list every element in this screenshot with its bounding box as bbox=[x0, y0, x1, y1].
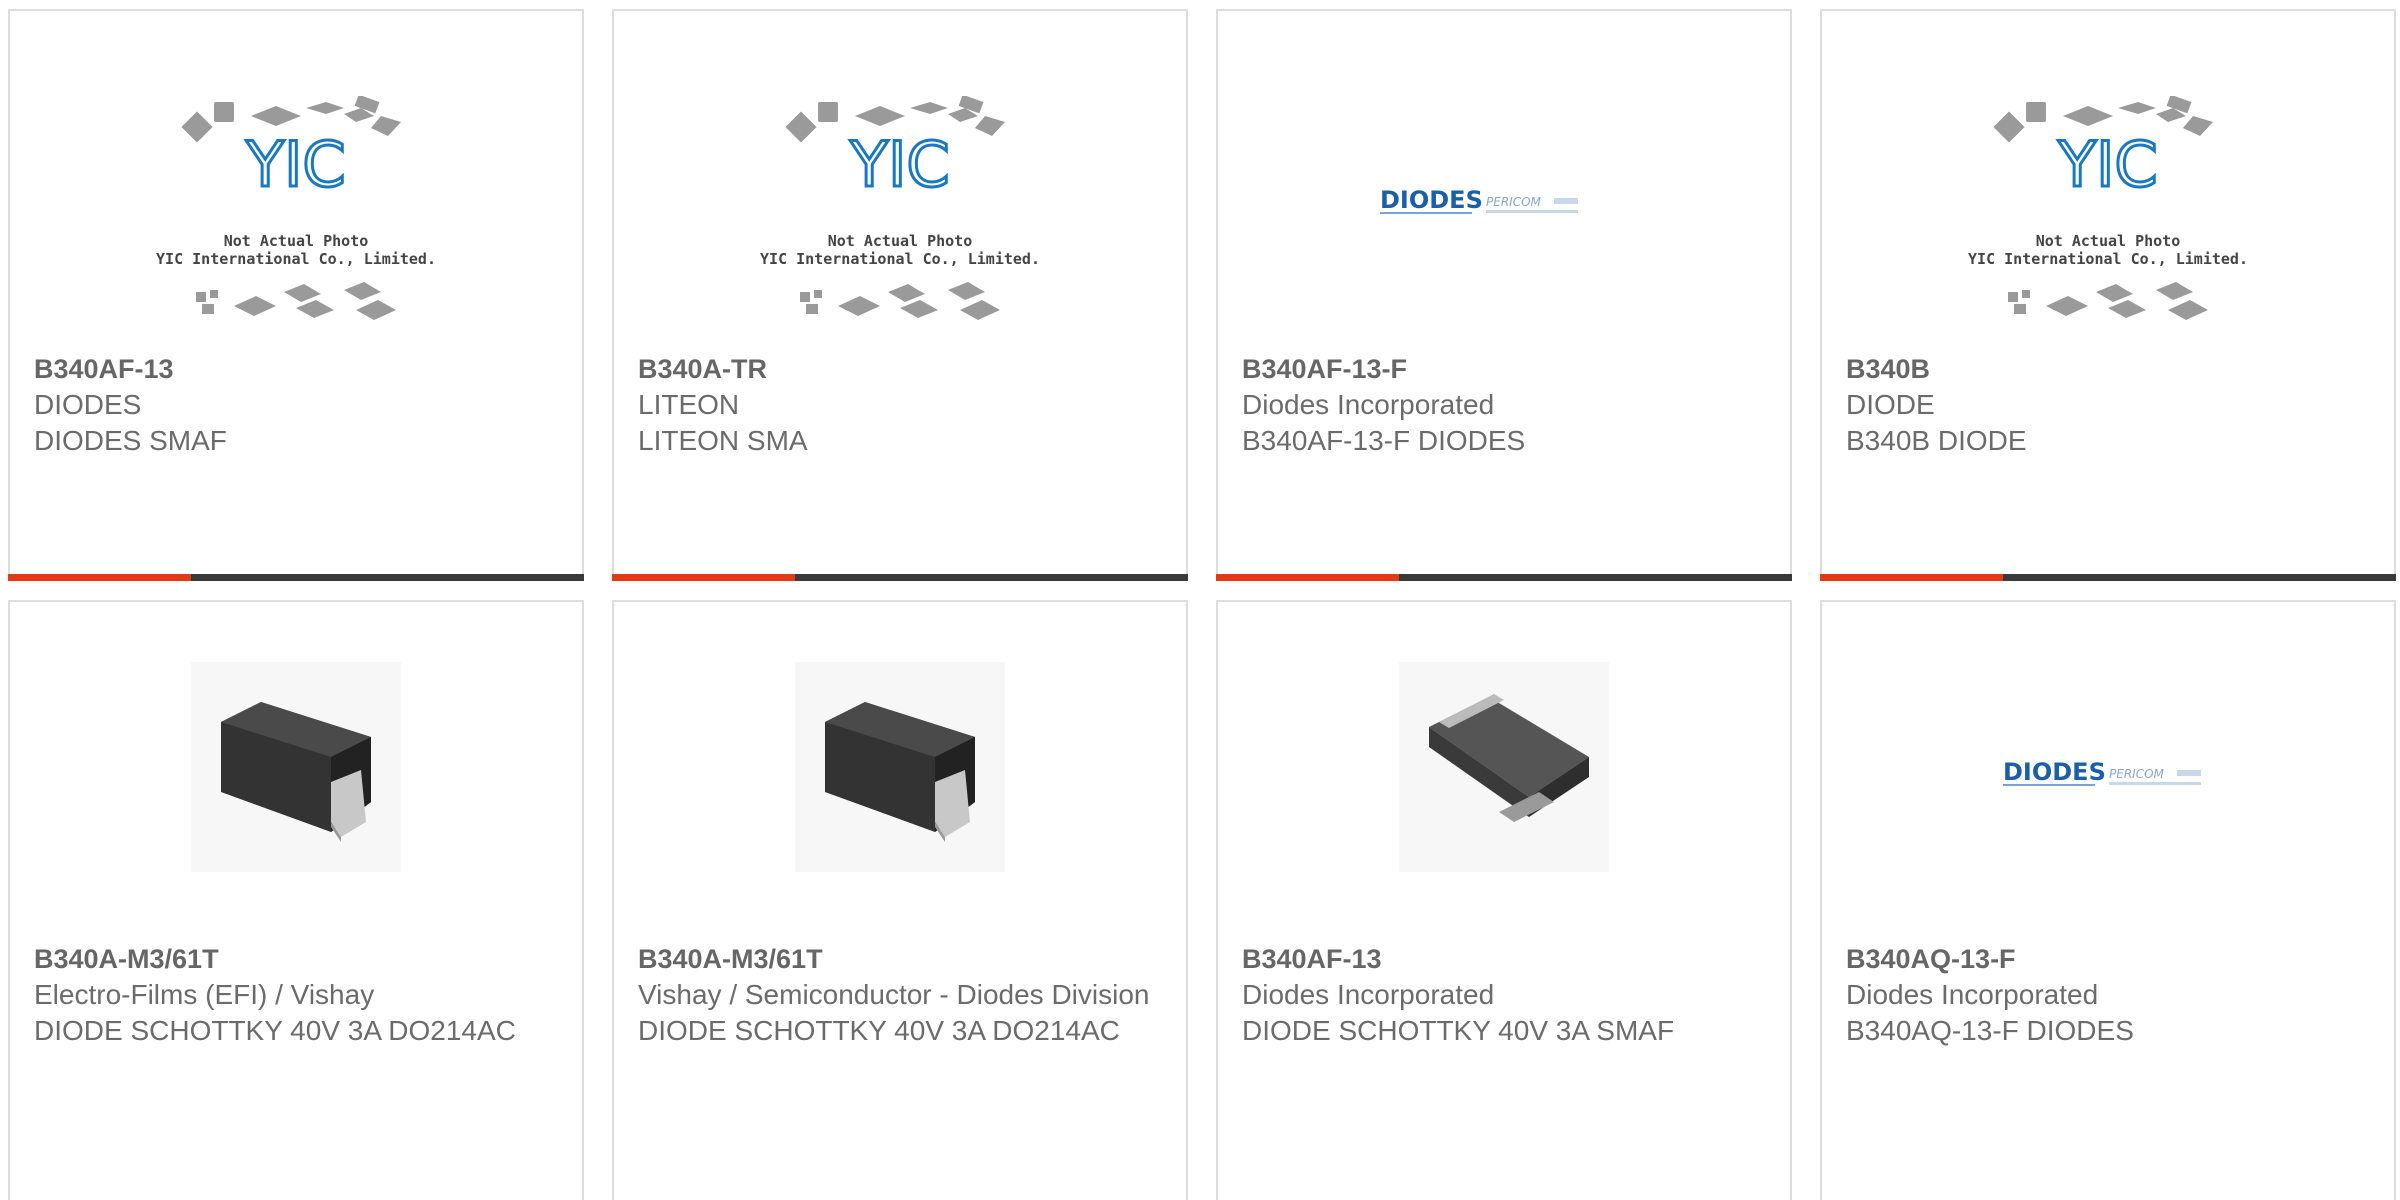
description: DIODE SCHOTTKY 40V 3A SMAF bbox=[1242, 1015, 1675, 1046]
diodes-logo: DIODES bbox=[1380, 186, 1483, 214]
pericom-logo: PERICOM bbox=[2109, 767, 2165, 781]
yic-logo: YIC bbox=[2057, 128, 2157, 201]
manufacturer: DIODES bbox=[34, 389, 142, 420]
smaf-package-image bbox=[1399, 662, 1609, 872]
card-bottom-bar bbox=[1216, 574, 1792, 581]
product-image[interactable]: YIC Not Actual Photo YIC International C… bbox=[1968, 86, 2248, 356]
diodes-logo-image: DIODES PERICOM bbox=[1380, 186, 1578, 214]
product-card[interactable]: B340AF-13 Diodes Incorporated DIODE SCHO… bbox=[1216, 600, 1792, 1200]
manufacturer: LITEON bbox=[638, 389, 740, 420]
product-card[interactable]: YIC Not Actual Photo YIC International C… bbox=[612, 9, 1188, 581]
product-card[interactable]: DIODES PERICOM B340AQ-13-F Diodes Incorp… bbox=[1820, 600, 2396, 1200]
manufacturer: Electro-Films (EFI) / Vishay bbox=[34, 979, 375, 1010]
manufacturer: Diodes Incorporated bbox=[1846, 979, 2099, 1010]
yic-placeholder-image: YIC Not Actual Photo YIC International C… bbox=[760, 96, 1040, 320]
description: DIODE SCHOTTKY 40V 3A DO214AC bbox=[638, 1015, 1120, 1046]
manufacturer: DIODE bbox=[1846, 389, 1935, 420]
part-number[interactable]: B340B bbox=[1846, 351, 2370, 387]
product-image[interactable]: DIODES PERICOM bbox=[2003, 662, 2213, 872]
part-number[interactable]: B340A-TR bbox=[638, 351, 1162, 387]
part-number[interactable]: B340AF-13 bbox=[34, 351, 558, 387]
yic-placeholder-image: YIC Not Actual Photo YIC International C… bbox=[1968, 96, 2248, 320]
product-image[interactable] bbox=[1399, 662, 1609, 872]
product-image[interactable]: DIODES PERICOM bbox=[1364, 86, 1644, 356]
placeholder-note: Not Actual Photo bbox=[224, 232, 369, 250]
placeholder-company: YIC International Co., Limited. bbox=[760, 250, 1040, 268]
part-number[interactable]: B340AF-13-F bbox=[1242, 351, 1766, 387]
yic-logo: YIC bbox=[849, 128, 949, 201]
card-bottom-bar bbox=[612, 574, 1188, 581]
part-number[interactable]: B340A-M3/61T bbox=[638, 941, 1162, 977]
product-card[interactable]: DIODES PERICOM B340AF-13-F Diodes Incorp… bbox=[1216, 9, 1792, 581]
description: B340AF-13-F DIODES bbox=[1242, 425, 1526, 456]
placeholder-company: YIC International Co., Limited. bbox=[1968, 250, 2248, 268]
part-number[interactable]: B340AQ-13-F bbox=[1846, 941, 2370, 977]
smd-package-image bbox=[795, 662, 1005, 872]
manufacturer: Diodes Incorporated bbox=[1242, 389, 1495, 420]
manufacturer: Vishay / Semiconductor - Diodes Division bbox=[638, 979, 1150, 1010]
placeholder-note: Not Actual Photo bbox=[828, 232, 973, 250]
diodes-logo: DIODES bbox=[2003, 758, 2106, 786]
product-image[interactable]: YIC Not Actual Photo YIC International C… bbox=[760, 86, 1040, 356]
placeholder-note: Not Actual Photo bbox=[2036, 232, 2181, 250]
description: B340AQ-13-F DIODES bbox=[1846, 1015, 2134, 1046]
yic-logo: YIC bbox=[245, 128, 345, 201]
description: LITEON SMA bbox=[638, 425, 808, 456]
product-card[interactable]: YIC Not Actual Photo YIC International C… bbox=[8, 9, 584, 581]
part-number[interactable]: B340A-M3/61T bbox=[34, 941, 558, 977]
yic-placeholder-image: YIC Not Actual Photo YIC International C… bbox=[156, 96, 436, 320]
part-number[interactable]: B340AF-13 bbox=[1242, 941, 1766, 977]
product-card[interactable]: B340A-M3/61T Vishay / Semiconductor - Di… bbox=[612, 600, 1188, 1200]
product-card[interactable]: B340A-M3/61T Electro-Films (EFI) / Visha… bbox=[8, 600, 584, 1200]
description: B340B DIODE bbox=[1846, 425, 2027, 456]
card-bottom-bar bbox=[8, 574, 584, 581]
manufacturer: Diodes Incorporated bbox=[1242, 979, 1495, 1010]
smd-package-image bbox=[191, 662, 401, 872]
product-image[interactable]: YIC Not Actual Photo YIC International C… bbox=[156, 86, 436, 356]
description: DIODE SCHOTTKY 40V 3A DO214AC bbox=[34, 1015, 516, 1046]
placeholder-company: YIC International Co., Limited. bbox=[156, 250, 436, 268]
card-bottom-bar bbox=[1820, 574, 2396, 581]
description: DIODES SMAF bbox=[34, 425, 227, 456]
product-image[interactable] bbox=[795, 662, 1005, 872]
pericom-logo: PERICOM bbox=[1486, 195, 1542, 209]
diodes-logo-image: DIODES PERICOM bbox=[2003, 758, 2201, 786]
product-image[interactable] bbox=[191, 662, 401, 872]
product-card[interactable]: YIC Not Actual Photo YIC International C… bbox=[1820, 9, 2396, 581]
